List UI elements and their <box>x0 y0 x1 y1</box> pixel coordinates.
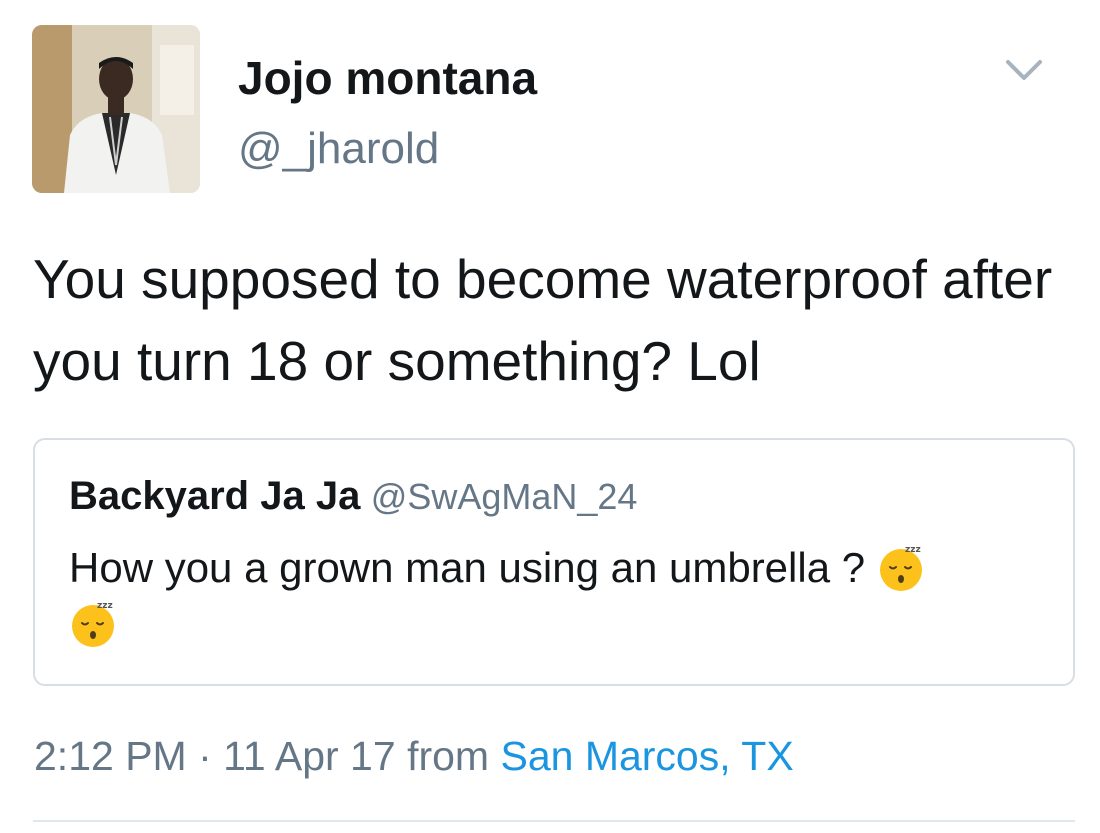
svg-text:zzz: zzz <box>905 545 921 555</box>
quoted-tweet-card[interactable]: Backyard Ja Ja @SwAgMaN_24 How you a gro… <box>33 438 1075 686</box>
author-handle[interactable]: @_jharold <box>238 122 439 176</box>
sleeping-face-emoji-icon: zzz <box>879 545 922 591</box>
chevron-down-icon[interactable] <box>1002 52 1046 88</box>
quoted-tweet-text: How you a grown man using an umbrella ? … <box>69 540 1049 652</box>
tweet-text: You supposed to become waterproof after … <box>33 248 1053 392</box>
sleeping-face-emoji-icon: zzz <box>72 601 114 647</box>
quoted-tweet-body: How you a grown man using an umbrella ? <box>69 544 866 591</box>
from-label: from <box>407 733 490 779</box>
meta-separator: · <box>198 733 212 779</box>
tweet-date[interactable]: 11 Apr 17 <box>223 733 396 779</box>
divider <box>33 820 1075 822</box>
quoted-tweet-header: Backyard Ja Ja @SwAgMaN_24 <box>69 470 637 531</box>
tweet-location-link[interactable]: San Marcos, TX <box>500 733 793 779</box>
svg-text:zzz: zzz <box>97 601 113 611</box>
quoted-author-handle[interactable]: @SwAgMaN_24 <box>371 476 638 517</box>
author-display-name[interactable]: Jojo montana <box>238 50 537 106</box>
quoted-author-name[interactable]: Backyard Ja Ja <box>69 474 360 518</box>
avatar-photo <box>32 25 200 193</box>
avatar[interactable] <box>32 25 200 193</box>
tweet-time[interactable]: 2:12 PM <box>34 733 187 779</box>
tweet-meta: 2:12 PM · 11 Apr 17 from San Marcos, TX <box>34 728 794 784</box>
